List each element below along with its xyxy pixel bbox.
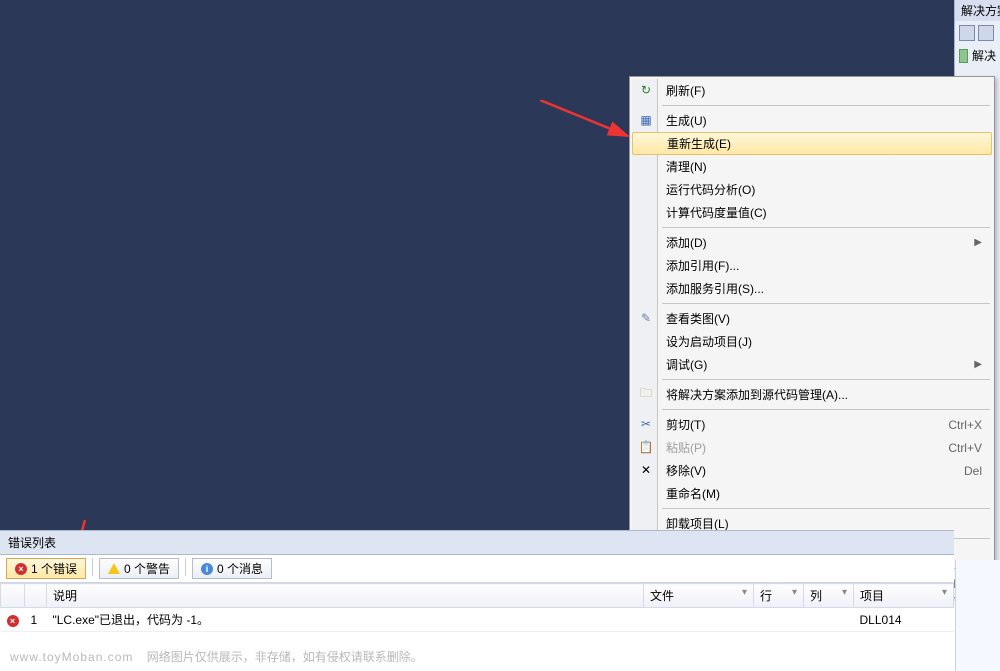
delete-icon: ✕	[638, 462, 654, 478]
menu-separator	[662, 379, 990, 380]
menu-add-service-reference[interactable]: 添加服务引用(S)...	[632, 277, 992, 300]
watermark-text: 网络图片仅供展示，非存储，如有侵权请联系删除。	[147, 650, 423, 664]
source-control-icon: 🗀	[638, 386, 654, 402]
menu-clean[interactable]: 清理(N)	[632, 155, 992, 178]
menu-separator	[662, 227, 990, 228]
error-list-table: 说明 文件 行 列 项目 × 1 "LC.exe"已退出，代码为 -1。 DLL…	[0, 583, 954, 632]
paste-icon: 📋	[638, 439, 654, 455]
col-line[interactable]: 行	[754, 584, 804, 608]
filter-errors-button[interactable]: × 1 个错误	[6, 558, 86, 579]
menu-rebuild[interactable]: 重新生成(E)	[632, 132, 992, 155]
toolbar-icon[interactable]	[959, 25, 975, 41]
solution-item-label: 解决	[972, 47, 996, 64]
error-icon: ×	[7, 615, 19, 627]
refresh-icon: ↻	[638, 82, 654, 98]
cut-icon: ✂	[638, 416, 654, 432]
watermark: www.toyMoban.com 网络图片仅供展示，非存储，如有侵权请联系删除。	[10, 648, 423, 665]
error-list-panel: 错误列表 × 1 个错误 0 个警告 i 0 个消息 说明 文件 行 列 项目	[0, 530, 954, 632]
menu-add[interactable]: 添加(D) ▶	[632, 231, 992, 254]
warning-icon	[108, 563, 120, 574]
menu-refresh[interactable]: ↻ 刷新(F)	[632, 79, 992, 102]
filter-separator	[92, 558, 93, 576]
right-gutter	[955, 560, 1000, 671]
menu-add-to-source-control[interactable]: 🗀 将解决方案添加到源代码管理(A)...	[632, 383, 992, 406]
menu-rename[interactable]: 重命名(M)	[632, 482, 992, 505]
menu-set-startup[interactable]: 设为启动项目(J)	[632, 330, 992, 353]
cell-file	[644, 608, 754, 632]
solution-item[interactable]: 解决	[955, 45, 1000, 66]
solution-explorer-toolbar	[955, 21, 1000, 45]
cell-column	[804, 608, 854, 632]
menu-code-analysis[interactable]: 运行代码分析(O)	[632, 178, 992, 201]
solution-explorer-title: 解决方案	[955, 0, 1000, 21]
col-file[interactable]: 文件	[644, 584, 754, 608]
menu-separator	[662, 508, 990, 509]
solution-icon	[959, 49, 968, 63]
menu-debug[interactable]: 调试(G) ▶	[632, 353, 992, 376]
menu-view-class-diagram[interactable]: ✎ 查看类图(V)	[632, 307, 992, 330]
info-icon: i	[201, 563, 213, 575]
error-row[interactable]: × 1 "LC.exe"已退出，代码为 -1。 DLL014	[1, 608, 954, 632]
submenu-arrow-icon: ▶	[974, 237, 982, 248]
col-icon[interactable]	[1, 584, 25, 608]
submenu-arrow-icon: ▶	[974, 359, 982, 370]
build-icon: ▦	[638, 112, 654, 128]
cell-num: 1	[25, 608, 47, 632]
cell-line	[754, 608, 804, 632]
menu-build[interactable]: ▦ 生成(U)	[632, 109, 992, 132]
cell-project: DLL014	[854, 608, 954, 632]
menu-separator	[662, 409, 990, 410]
project-context-menu: ↻ 刷新(F) ▦ 生成(U) 重新生成(E) 清理(N) 运行代码分析(O) …	[629, 76, 995, 598]
col-num[interactable]	[25, 584, 47, 608]
menu-code-metrics[interactable]: 计算代码度量值(C)	[632, 201, 992, 224]
col-column[interactable]: 列	[804, 584, 854, 608]
menu-remove[interactable]: ✕ 移除(V) Del	[632, 459, 992, 482]
col-description[interactable]: 说明	[47, 584, 644, 608]
menu-paste: 📋 粘贴(P) Ctrl+V	[632, 436, 992, 459]
toolbar-icon[interactable]	[978, 25, 994, 41]
error-list-title: 错误列表	[0, 530, 954, 555]
menu-separator	[662, 303, 990, 304]
menu-add-reference[interactable]: 添加引用(F)...	[632, 254, 992, 277]
watermark-site: www.toyMoban.com	[10, 650, 133, 664]
menu-separator	[662, 105, 990, 106]
error-list-filter-bar: × 1 个错误 0 个警告 i 0 个消息	[0, 555, 954, 583]
error-icon: ×	[15, 563, 27, 575]
filter-separator	[185, 558, 186, 576]
cell-description: "LC.exe"已退出，代码为 -1。	[47, 608, 644, 632]
filter-messages-button[interactable]: i 0 个消息	[192, 558, 272, 579]
menu-cut[interactable]: ✂ 剪切(T) Ctrl+X	[632, 413, 992, 436]
class-diagram-icon: ✎	[638, 310, 654, 326]
col-project[interactable]: 项目	[854, 584, 954, 608]
filter-warnings-button[interactable]: 0 个警告	[99, 558, 179, 579]
